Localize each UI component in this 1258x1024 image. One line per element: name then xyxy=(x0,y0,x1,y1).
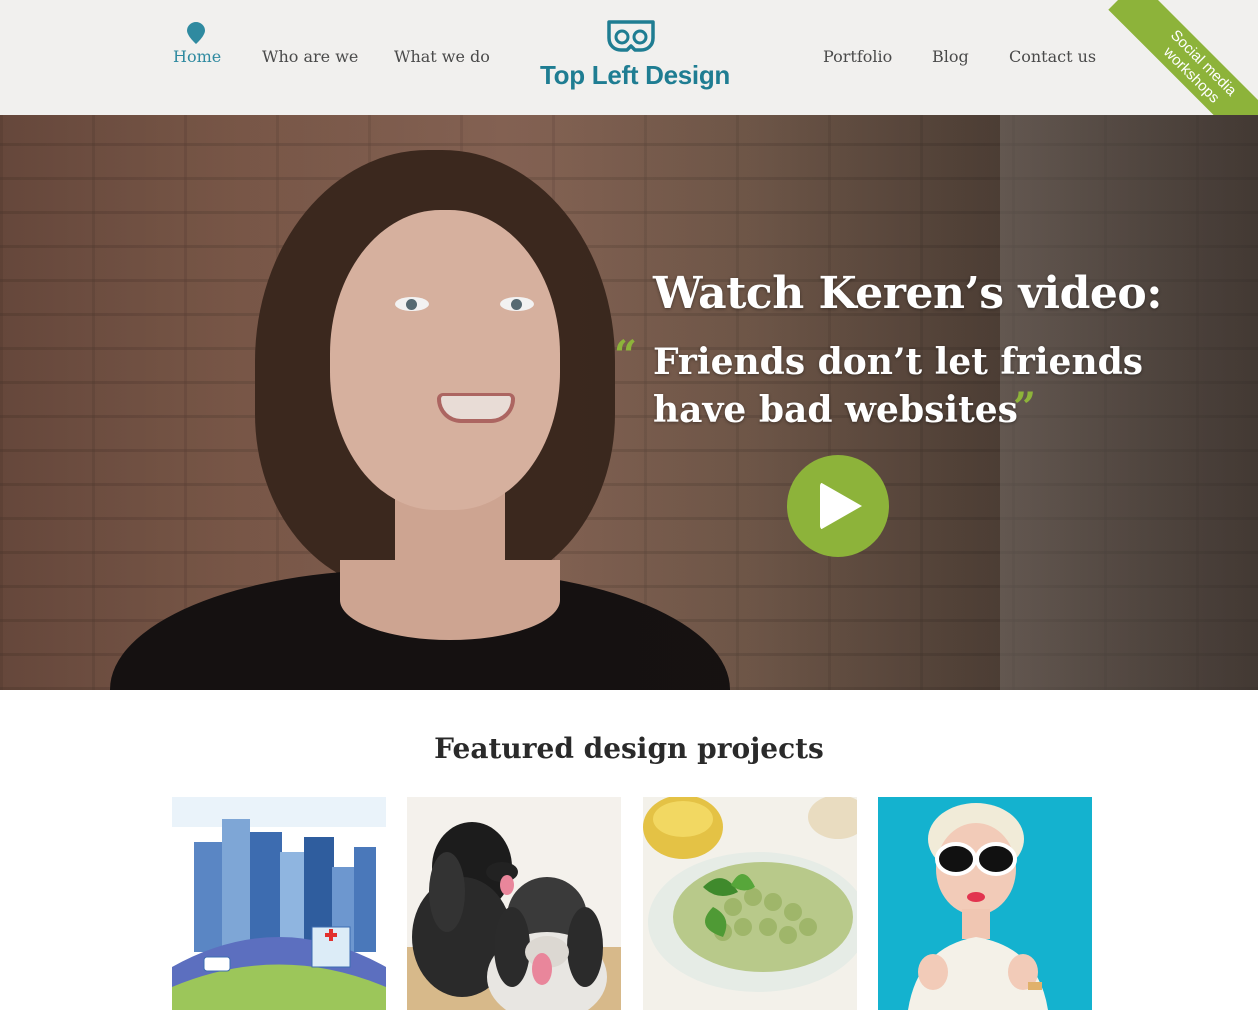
featured-projects-heading: Featured design projects xyxy=(434,732,824,765)
woman-sunglasses-image xyxy=(878,797,1092,1010)
hero-quote-line-1: Friends don’t let friends xyxy=(653,341,1144,383)
nav-blog[interactable]: Blog xyxy=(932,47,969,66)
project-card-pasta-dish[interactable] xyxy=(643,797,857,1010)
site-logo-text[interactable]: Top Left Design xyxy=(540,60,730,91)
play-video-button[interactable] xyxy=(787,455,889,557)
hero-quote: Friends don’t let friends have bad websi… xyxy=(653,338,1143,434)
hero-quote-line-2: have bad websites xyxy=(653,389,1018,431)
location-pin-icon xyxy=(187,22,205,44)
play-icon xyxy=(820,482,862,530)
pasta-dish-image xyxy=(643,797,857,1010)
nav-what-we-do[interactable]: What we do xyxy=(394,47,490,66)
owl-logo-icon[interactable] xyxy=(607,20,655,52)
nav-portfolio[interactable]: Portfolio xyxy=(823,47,892,66)
hero-title: Watch Keren’s video: xyxy=(653,268,1163,319)
close-quote-icon: ” xyxy=(1013,384,1037,431)
project-card-woman-sunglasses[interactable] xyxy=(878,797,1092,1010)
nav-home[interactable]: Home xyxy=(173,47,221,66)
nav-who-are-we[interactable]: Who are we xyxy=(262,47,358,66)
project-card-city-illustration[interactable] xyxy=(172,797,386,1010)
city-illustration-image xyxy=(172,797,386,1010)
spaniel-dogs-image xyxy=(407,797,621,1010)
social-media-workshops-ribbon[interactable]: Social media workshops xyxy=(1108,0,1258,115)
nav-contact-us[interactable]: Contact us xyxy=(1009,47,1096,66)
project-card-spaniel-dogs[interactable] xyxy=(407,797,621,1010)
open-quote-icon: “ xyxy=(614,332,638,379)
site-header: Home Who are we What we do Top Left Desi… xyxy=(0,0,1258,115)
